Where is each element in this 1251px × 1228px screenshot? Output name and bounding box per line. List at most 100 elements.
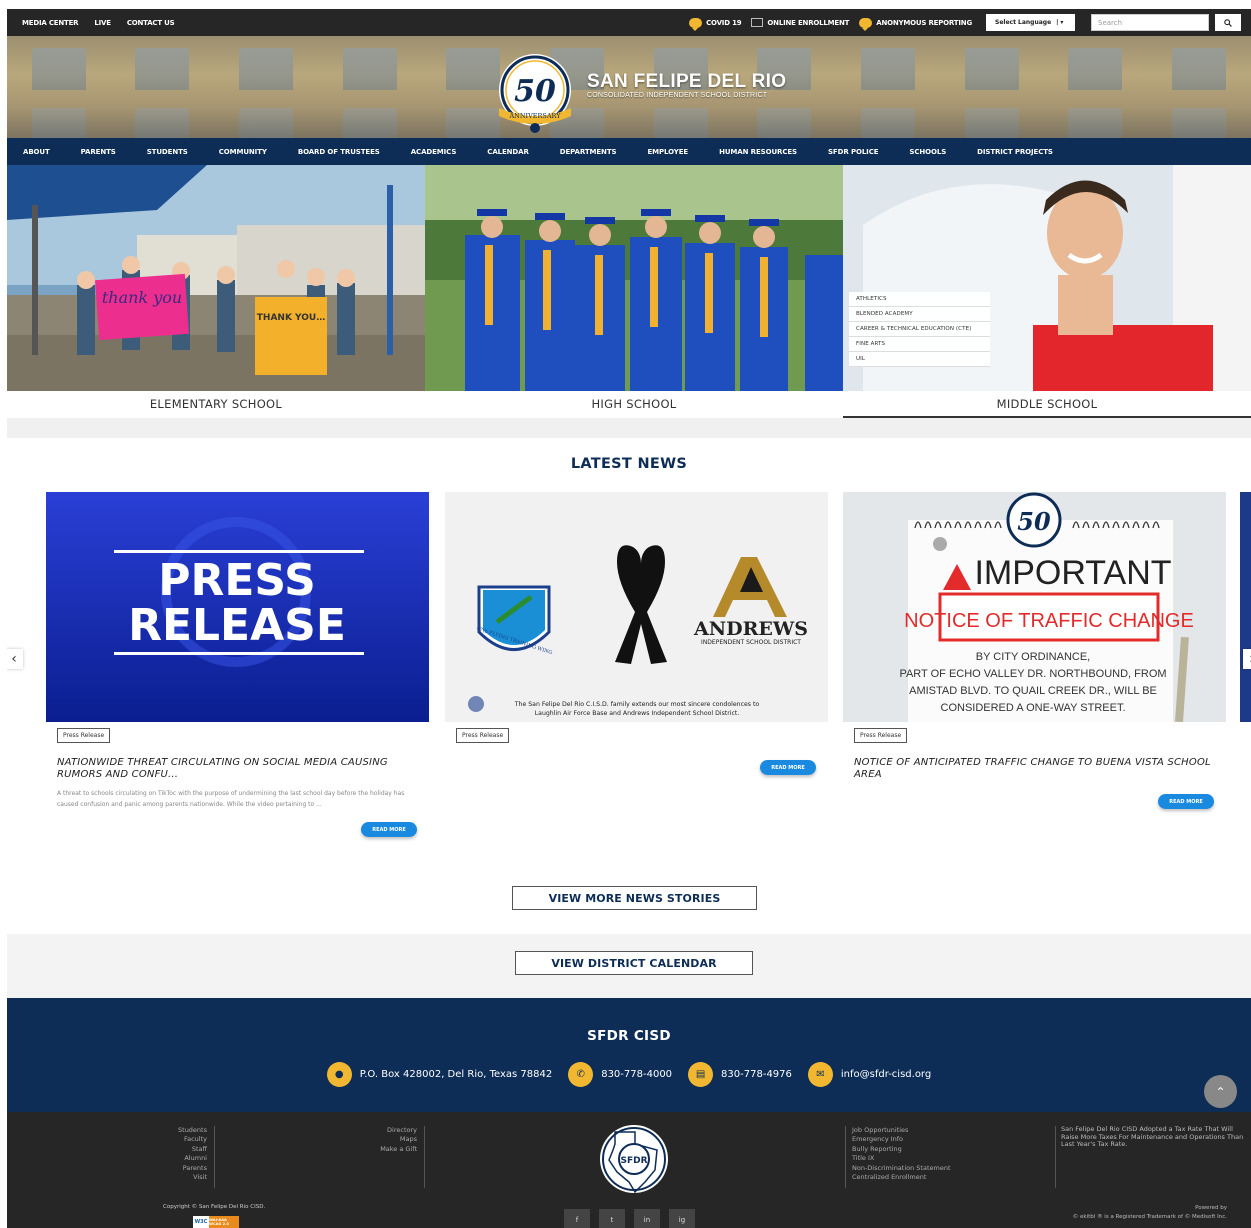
nav-community[interactable]: COMMUNITY bbox=[219, 148, 267, 156]
nav-about[interactable]: ABOUT bbox=[23, 148, 50, 156]
footer-link-bully[interactable]: Bully Reporting bbox=[852, 1145, 1012, 1154]
online-enrollment-link[interactable]: ONLINE ENROLLMENT bbox=[751, 18, 849, 27]
search-input[interactable]: Search bbox=[1091, 14, 1209, 31]
language-select[interactable]: Select Language | ▾ bbox=[986, 14, 1075, 31]
utility-bar: MEDIA CENTER LIVE CONTACT US COVID 19 ON… bbox=[7, 9, 1251, 36]
address-text: P.O. Box 428002, Del Rio, Texas 78842 bbox=[359, 1069, 553, 1080]
category-badge[interactable]: Press Release bbox=[456, 728, 510, 743]
footer-link-enrollment[interactable]: Centralized Enrollment bbox=[852, 1173, 1012, 1182]
footer-link-students[interactable]: Students bbox=[127, 1126, 207, 1135]
nav-human-resources[interactable]: HUMAN RESOURCES bbox=[719, 148, 797, 156]
read-more-button[interactable]: READ MORE bbox=[1158, 794, 1214, 809]
submenu-athletics[interactable]: ATHLETICS bbox=[849, 292, 990, 307]
facebook-icon[interactable]: f bbox=[564, 1209, 590, 1228]
news-image[interactable]: 50 IMPORTANT NOTICE OF TRAFFIC CHANGE BY… bbox=[843, 492, 1226, 722]
anonymous-reporting-link[interactable]: ANONYMOUS REPORTING bbox=[859, 17, 972, 31]
submenu-uil[interactable]: UIL bbox=[849, 352, 990, 367]
footer-link-emergency[interactable]: Emergency Info bbox=[852, 1135, 1012, 1144]
news-title[interactable]: NATIONWIDE THREAT CIRCULATING ON SOCIAL … bbox=[57, 757, 417, 781]
carousel-prev-button[interactable]: ‹ bbox=[7, 649, 23, 669]
news-card-partial[interactable] bbox=[1240, 492, 1251, 722]
twitter-icon[interactable]: t bbox=[599, 1209, 625, 1228]
carousel-next-button[interactable]: › bbox=[1243, 649, 1251, 669]
footer-link-jobs[interactable]: Job Opportunities bbox=[852, 1126, 1012, 1135]
chevron-up-icon: ⌃ bbox=[1215, 1084, 1226, 1099]
submenu-fine-arts[interactable]: FINE ARTS bbox=[849, 337, 990, 352]
footer-link-alumni[interactable]: Alumni bbox=[127, 1154, 207, 1163]
news-image[interactable]: 47th FLYING TRAINING WING ANDREWS INDEPE… bbox=[445, 492, 828, 722]
nav-sfdr-police[interactable]: SFDR POLICE bbox=[828, 148, 879, 156]
footer-link-make-a-gift[interactable]: Make a Gift bbox=[337, 1145, 417, 1154]
nav-parents[interactable]: PARENTS bbox=[81, 148, 116, 156]
nav-students[interactable]: STUDENTS bbox=[147, 148, 188, 156]
powered-by-label: Powered by bbox=[1195, 1205, 1227, 1211]
footer-divider bbox=[1055, 1126, 1056, 1188]
fax-item: ▤ 830-778-4976 bbox=[688, 1062, 792, 1087]
tax-notice[interactable]: San Felipe Del Rio CISD Adopted a Tax Ra… bbox=[1061, 1125, 1245, 1149]
footer-link-faculty[interactable]: Faculty bbox=[127, 1135, 207, 1144]
nav-schools[interactable]: SCHOOLS bbox=[909, 148, 946, 156]
elementary-panel[interactable]: thank you THANK YOU… ELEMENTARY SCHOOL bbox=[7, 165, 425, 418]
nav-calendar[interactable]: CALENDAR bbox=[487, 148, 529, 156]
site-subtitle: CONSOLIDATED INDEPENDENT SCHOOL DISTRICT bbox=[587, 92, 768, 99]
anonymous-label: ANONYMOUS REPORTING bbox=[876, 18, 972, 27]
footer-link-visit[interactable]: Visit bbox=[127, 1173, 207, 1182]
back-to-top-button[interactable]: ⌃ bbox=[1204, 1075, 1237, 1108]
trademark-text[interactable]: © ekitbl ® is a Registered Trademark of … bbox=[1073, 1213, 1227, 1222]
powered-by: Powered by © ekitbl ® is a Registered Tr… bbox=[1073, 1204, 1227, 1222]
search-button[interactable] bbox=[1215, 14, 1241, 31]
footer-link-nondiscrimination[interactable]: Non-Discrimination Statement bbox=[852, 1164, 1012, 1173]
live-link[interactable]: LIVE bbox=[94, 19, 111, 27]
covid-label: COVID 19 bbox=[706, 18, 742, 27]
read-more-button[interactable]: READ MORE bbox=[760, 760, 816, 775]
footer-col-resources: Directory Maps Make a Gift bbox=[337, 1126, 417, 1154]
footer-link-parents[interactable]: Parents bbox=[127, 1164, 207, 1173]
submenu-blended-academy[interactable]: BLENDED ACADEMY bbox=[849, 307, 990, 322]
view-district-calendar-button[interactable]: VIEW DISTRICT CALENDAR bbox=[515, 951, 753, 975]
footer-divider bbox=[214, 1126, 215, 1188]
language-label: Select Language bbox=[995, 19, 1052, 26]
phone-text[interactable]: 830-778-4000 bbox=[601, 1069, 672, 1080]
email-item[interactable]: ✉ info@sfdr-cisd.org bbox=[807, 1062, 931, 1087]
footer-link-title-ix[interactable]: Title IX bbox=[852, 1154, 1012, 1163]
news-title[interactable]: NOTICE OF ANTICIPATED TRAFFIC CHANGE TO … bbox=[854, 757, 1214, 781]
footer-link-staff[interactable]: Staff bbox=[127, 1145, 207, 1154]
footer-link-maps[interactable]: Maps bbox=[337, 1135, 417, 1144]
andrews-word: ANDREWS bbox=[693, 618, 808, 640]
nav-employee[interactable]: EMPLOYEE bbox=[647, 148, 688, 156]
covid-link[interactable]: COVID 19 bbox=[689, 17, 742, 31]
footer-link-directory[interactable]: Directory bbox=[337, 1126, 417, 1135]
alert-bubble-icon bbox=[859, 17, 873, 31]
media-center-link[interactable]: MEDIA CENTER bbox=[22, 19, 79, 27]
news-card[interactable]: 47th FLYING TRAINING WING ANDREWS INDEPE… bbox=[445, 492, 828, 775]
read-more-button[interactable]: READ MORE bbox=[361, 822, 417, 837]
schools-submenu: ATHLETICS BLENDED ACADEMY CAREER & TECHN… bbox=[849, 292, 990, 367]
nav-academics[interactable]: ACADEMICS bbox=[411, 148, 457, 156]
news-card[interactable]: 50 IMPORTANT NOTICE OF TRAFFIC CHANGE BY… bbox=[843, 492, 1226, 809]
w3c-badge[interactable]: W3C WAI-AAA WCAG 2.0 bbox=[193, 1216, 239, 1228]
middle-school-caption: MIDDLE SCHOOL bbox=[843, 391, 1251, 418]
category-badge[interactable]: Press Release bbox=[57, 728, 111, 743]
instagram-icon[interactable]: ig bbox=[669, 1209, 695, 1228]
anniversary-logo[interactable]: 50 ANNIVERSARY bbox=[491, 50, 579, 138]
nav-departments[interactable]: DEPARTMENTS bbox=[560, 148, 617, 156]
view-more-news-button[interactable]: VIEW MORE NEWS STORIES bbox=[512, 886, 757, 910]
linkedin-icon[interactable]: in bbox=[634, 1209, 660, 1228]
footer-district-name: SFDR CISD bbox=[587, 1028, 671, 1044]
phone-item[interactable]: ✆ 830-778-4000 bbox=[568, 1062, 672, 1087]
site-title[interactable]: SAN FELIPE DEL RIO bbox=[587, 71, 786, 93]
news-card[interactable]: PRESS RELEASE Press Release NATIONWIDE T… bbox=[46, 492, 429, 837]
address-item: ● P.O. Box 428002, Del Rio, Texas 78842 bbox=[326, 1062, 553, 1087]
high-school-panel[interactable]: HIGH SCHOOL bbox=[425, 165, 843, 418]
news-image[interactable]: PRESS RELEASE bbox=[46, 492, 429, 722]
school-levels: thank you THANK YOU… ELEMENTARY SCHOOL H… bbox=[7, 165, 1251, 418]
nav-board-of-trustees[interactable]: BOARD OF TRUSTEES bbox=[298, 148, 380, 156]
contact-us-link[interactable]: CONTACT US bbox=[127, 19, 175, 27]
footer-links: Students Faculty Staff Alumni Parents Vi… bbox=[7, 1112, 1251, 1228]
submenu-cte[interactable]: CAREER & TECHNICAL EDUCATION (CTE) bbox=[849, 322, 990, 337]
email-link[interactable]: info@sfdr-cisd.org bbox=[841, 1069, 931, 1080]
district-seal-logo[interactable]: SFDR bbox=[595, 1120, 673, 1198]
social-links: f t in ig bbox=[564, 1209, 695, 1228]
category-badge[interactable]: Press Release bbox=[854, 728, 908, 743]
nav-district-projects[interactable]: DISTRICT PROJECTS bbox=[977, 148, 1053, 156]
